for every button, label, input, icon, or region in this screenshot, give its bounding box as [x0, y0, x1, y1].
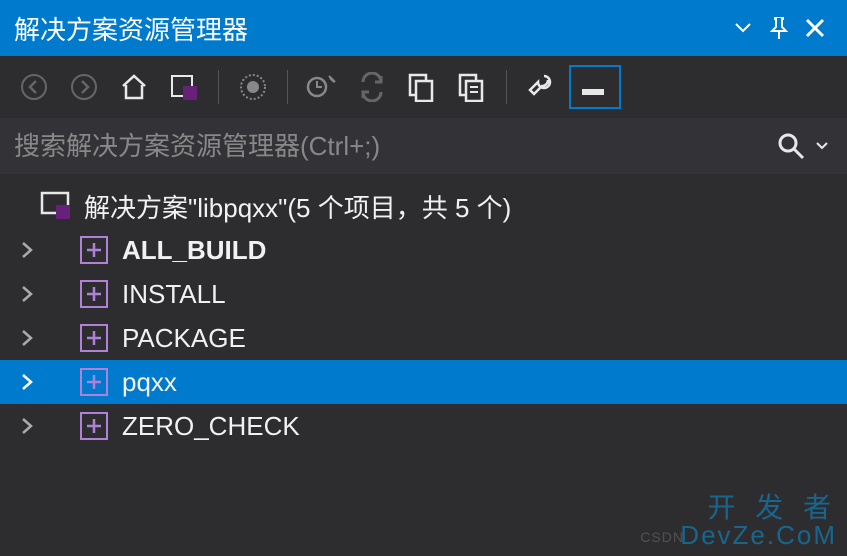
pending-changes-button[interactable] — [300, 65, 344, 109]
project-node[interactable]: ALL_BUILD — [0, 228, 847, 272]
project-label: pqxx — [122, 367, 177, 398]
collapse-all-button[interactable] — [400, 65, 444, 109]
project-label: ALL_BUILD — [122, 235, 266, 266]
project-icon — [80, 368, 108, 396]
project-label: PACKAGE — [122, 323, 246, 354]
panel-options-dropdown-icon[interactable] — [725, 10, 761, 46]
project-icon — [80, 324, 108, 352]
toolbar-separator — [287, 70, 288, 104]
expander-icon[interactable] — [14, 373, 40, 391]
close-icon[interactable] — [797, 10, 833, 46]
project-label: ZERO_CHECK — [122, 411, 300, 442]
solution-tree: ▷ 解决方案"libpqxx"(5 个项目，共 5 个) ALL_BUILD IN… — [0, 174, 847, 448]
expander-icon[interactable] — [14, 417, 40, 435]
show-all-files-button[interactable] — [450, 65, 494, 109]
pin-icon[interactable] — [761, 10, 797, 46]
watermark-line2: DevZe.CoM — [680, 522, 837, 548]
project-icon — [80, 412, 108, 440]
project-node[interactable]: pqxx — [0, 360, 847, 404]
toolbar-separator — [506, 70, 507, 104]
search-input[interactable] — [14, 131, 771, 162]
project-node[interactable]: ZERO_CHECK — [0, 404, 847, 448]
project-node[interactable]: PACKAGE — [0, 316, 847, 360]
back-button[interactable] — [12, 65, 56, 109]
solution-node[interactable]: ▷ 解决方案"libpqxx"(5 个项目，共 5 个) — [0, 184, 847, 228]
panel-titlebar: 解决方案资源管理器 — [0, 0, 847, 56]
project-label: INSTALL — [122, 279, 226, 310]
sync-button[interactable] — [350, 65, 394, 109]
switch-views-button[interactable] — [162, 65, 206, 109]
preview-selected-button[interactable] — [569, 65, 621, 109]
project-icon — [80, 280, 108, 308]
toolbar-separator — [218, 70, 219, 104]
forward-button[interactable] — [62, 65, 106, 109]
search-icon[interactable] — [771, 126, 811, 166]
toolbar — [0, 56, 847, 118]
search-bar — [0, 118, 847, 174]
filter-button[interactable] — [231, 65, 275, 109]
expander-icon[interactable] — [14, 285, 40, 303]
solution-icon — [40, 191, 70, 221]
watermark-csdn: CSDN — [640, 530, 684, 544]
solution-label: 解决方案"libpqxx"(5 个项目，共 5 个) — [84, 188, 511, 225]
properties-button[interactable] — [519, 65, 563, 109]
panel-title: 解决方案资源管理器 — [14, 10, 725, 47]
project-node[interactable]: INSTALL — [0, 272, 847, 316]
home-button[interactable] — [112, 65, 156, 109]
expander-icon[interactable] — [14, 241, 40, 259]
watermark-line1: 开 发 者 — [680, 494, 837, 522]
search-dropdown-icon[interactable] — [811, 142, 833, 150]
expander-icon[interactable] — [14, 329, 40, 347]
watermark: CSDN 开 发 者 DevZe.CoM — [680, 494, 837, 548]
project-icon — [80, 236, 108, 264]
